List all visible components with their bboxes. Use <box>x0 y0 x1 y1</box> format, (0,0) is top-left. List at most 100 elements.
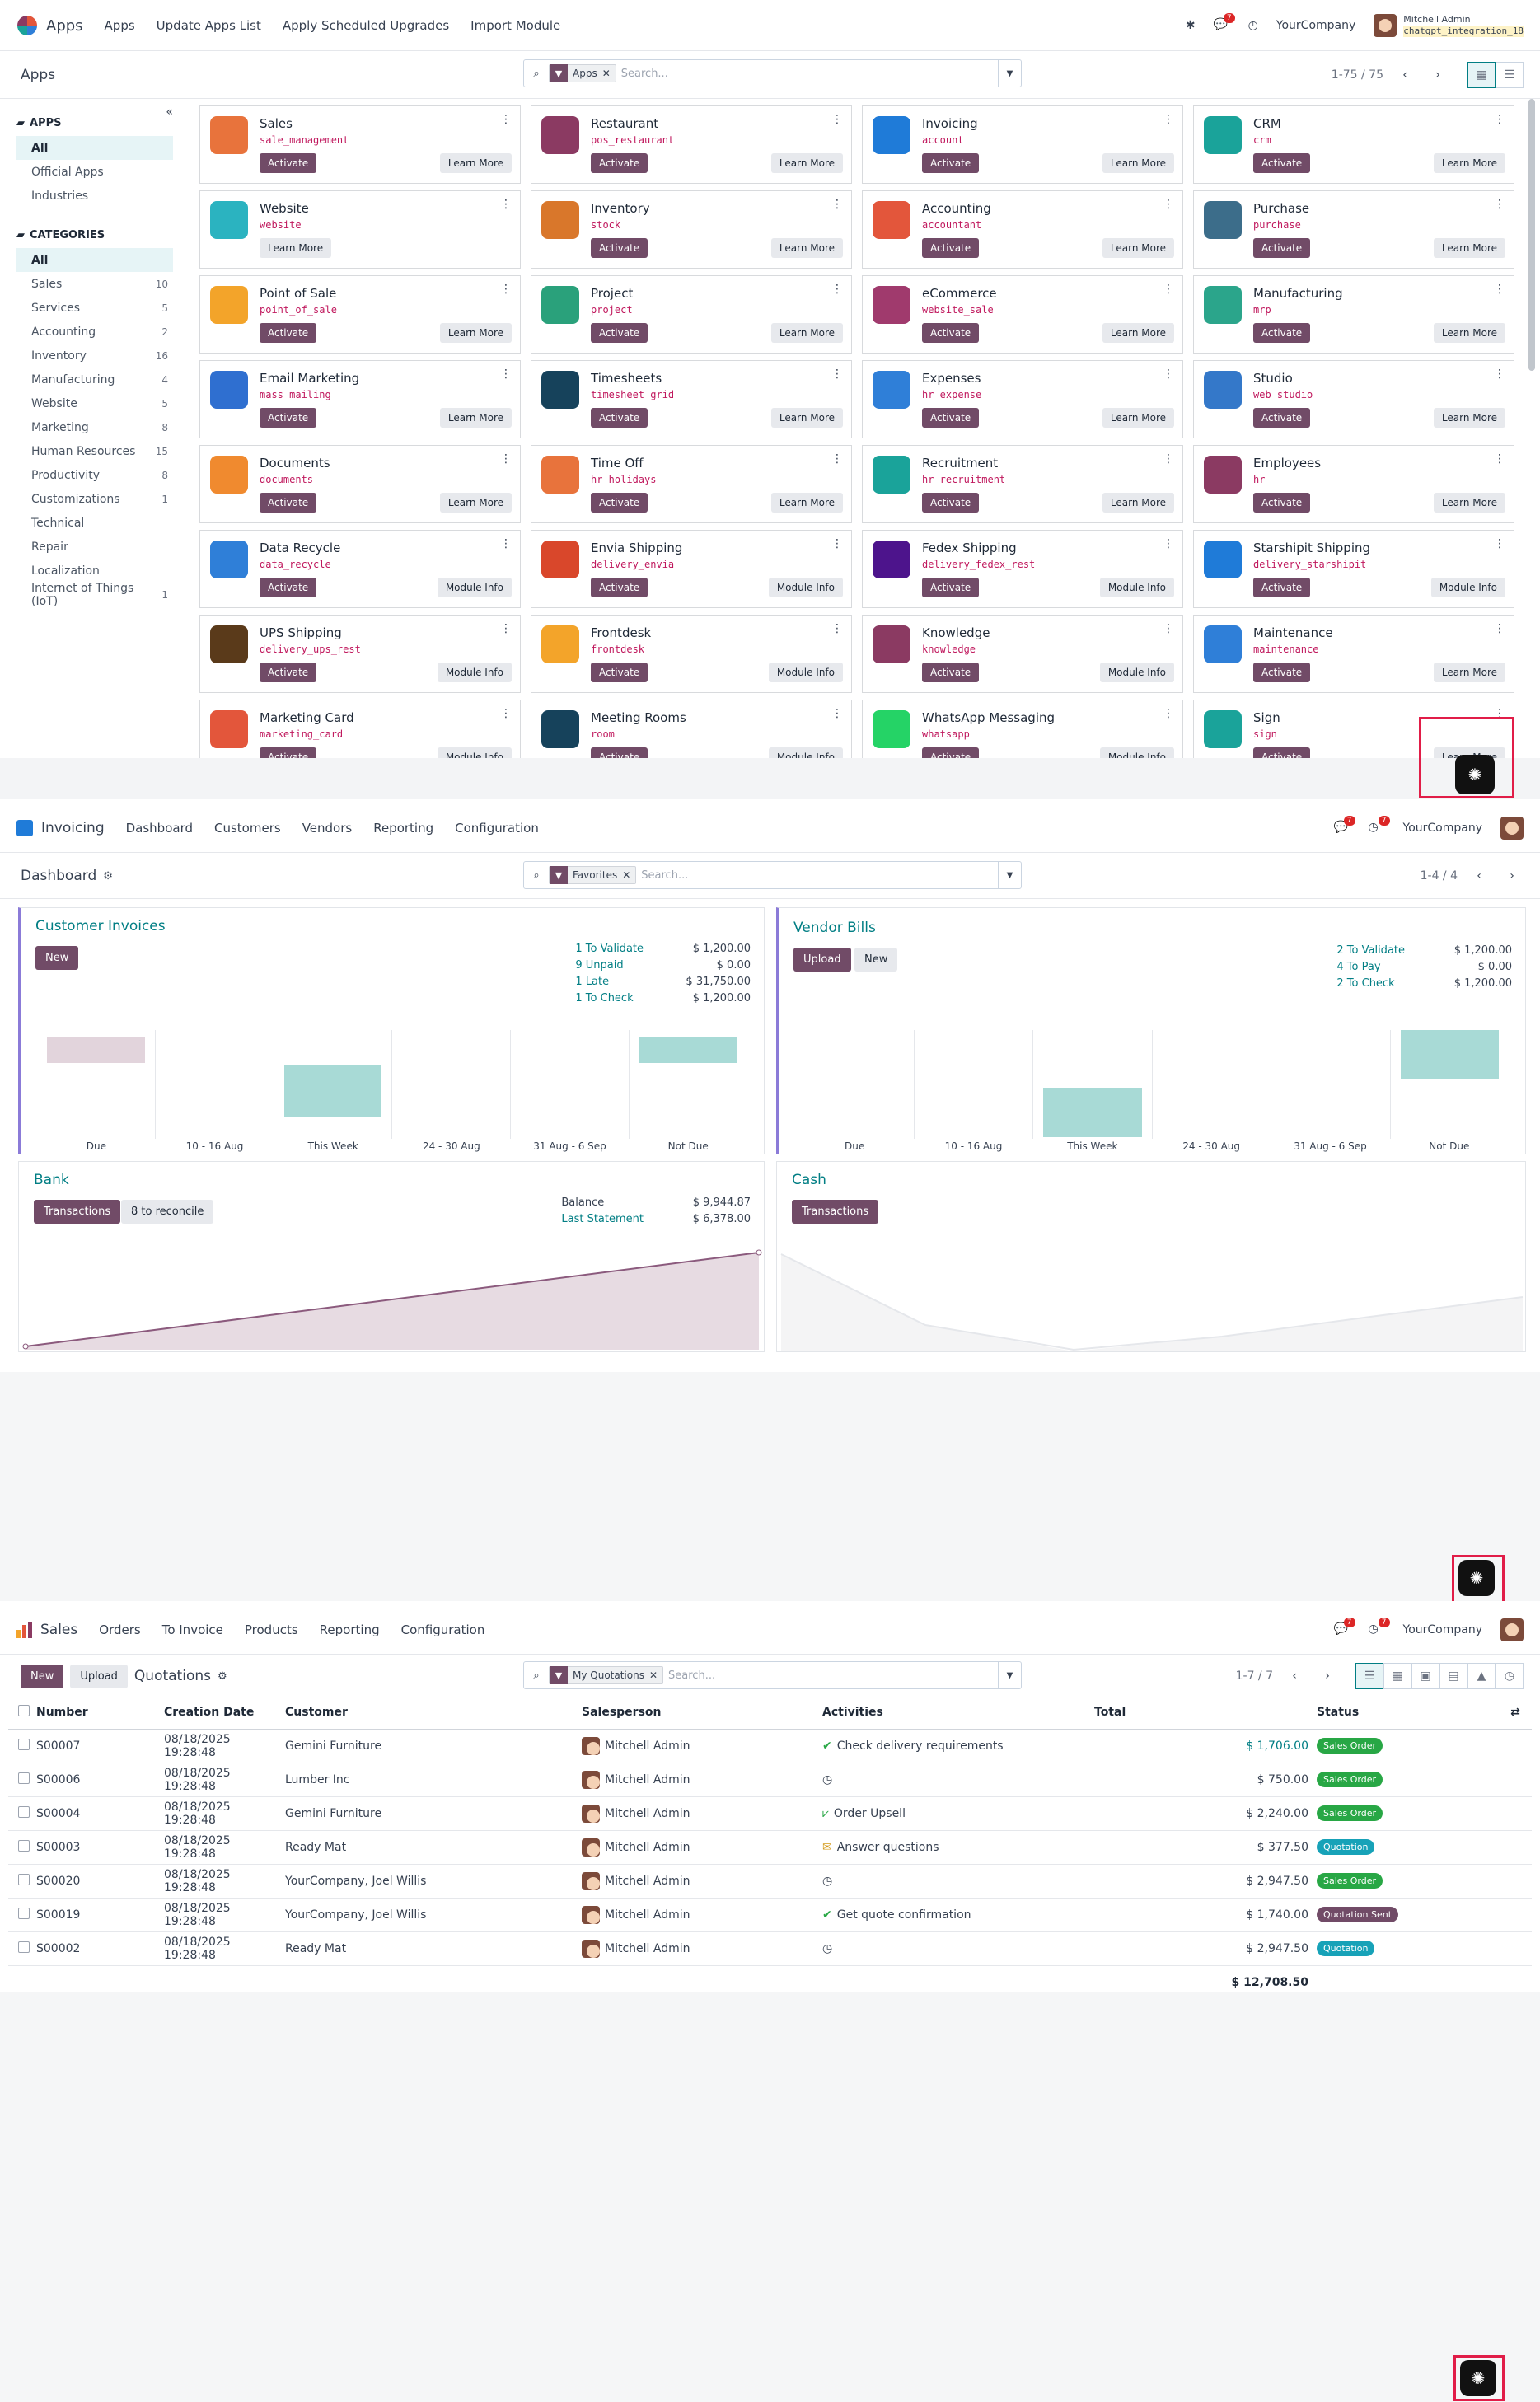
activity-summary[interactable]: Check delivery requirements <box>837 1739 1004 1753</box>
activate-button[interactable]: Activate <box>260 323 317 343</box>
learn-more-button[interactable]: Learn More <box>1433 153 1505 173</box>
kebab-menu-icon[interactable]: ⋮ <box>831 198 843 211</box>
activate-button[interactable]: Activate <box>922 578 980 597</box>
menu-reporting[interactable]: Reporting <box>373 821 433 836</box>
sidebar-category-technical[interactable]: Technical <box>16 511 173 535</box>
learn-more-button[interactable]: Learn More <box>1433 493 1505 513</box>
bar-this-week[interactable] <box>1043 1088 1142 1137</box>
user-menu[interactable]: Mitchell Admin chatgpt_integration_18 <box>1374 14 1524 37</box>
module-info-button[interactable]: Module Info <box>437 578 512 597</box>
search-bar[interactable]: ⌕ ▼ My Quotations ✕ Search... ▼ <box>523 1661 1022 1689</box>
company-switcher[interactable]: YourCompany <box>1403 1623 1483 1636</box>
activate-button[interactable]: Activate <box>1253 578 1311 597</box>
kebab-menu-icon[interactable]: ⋮ <box>1163 368 1174 381</box>
kebab-menu-icon[interactable]: ⋮ <box>500 368 512 381</box>
bar-not-due[interactable] <box>1400 1030 1499 1079</box>
kebab-menu-icon[interactable]: ⋮ <box>831 113 843 126</box>
envelope-icon[interactable]: ✉ <box>822 1841 832 1854</box>
sidebar-category-localization[interactable]: Localization <box>16 559 173 583</box>
search-input[interactable]: Search... <box>668 1669 715 1682</box>
activity-summary[interactable]: Answer questions <box>837 1841 939 1854</box>
learn-more-button[interactable]: Learn More <box>439 493 512 513</box>
row-checkbox[interactable] <box>18 1772 30 1784</box>
new-invoice-button[interactable]: New <box>35 946 79 970</box>
menu-orders[interactable]: Orders <box>99 1622 140 1637</box>
activate-button[interactable]: Activate <box>1253 493 1311 513</box>
learn-more-button[interactable]: Learn More <box>439 323 512 343</box>
optional-columns-icon[interactable]: ⇄ <box>1499 1696 1532 1730</box>
activate-button[interactable]: Activate <box>260 408 317 428</box>
messages-icon[interactable]: 💬 7 <box>1214 13 1235 33</box>
stat-label[interactable]: 1 To Validate <box>575 943 644 955</box>
learn-more-button[interactable]: Learn More <box>260 238 332 258</box>
clock-icon[interactable]: ◷ <box>822 1773 832 1786</box>
module-info-button[interactable]: Module Info <box>768 578 843 597</box>
activate-button[interactable]: Activate <box>260 153 317 173</box>
kebab-menu-icon[interactable]: ⋮ <box>831 452 843 466</box>
kebab-menu-icon[interactable]: ⋮ <box>1494 452 1505 466</box>
kebab-menu-icon[interactable]: ⋮ <box>1494 283 1505 296</box>
stat-label[interactable]: 2 To Validate <box>1336 944 1405 957</box>
pager-value[interactable]: 1-7 / 7 <box>1236 1669 1273 1683</box>
kebab-menu-icon[interactable]: ⋮ <box>1163 537 1174 550</box>
pivot-view-icon[interactable]: ▤ <box>1439 1663 1467 1689</box>
activate-button[interactable]: Activate <box>591 153 648 173</box>
stat-label[interactable]: 4 To Pay <box>1336 961 1405 973</box>
check-icon[interactable]: ✔ <box>822 1739 832 1753</box>
search-facet[interactable]: ▼ My Quotations ✕ <box>549 1666 664 1684</box>
messages-icon[interactable]: 💬 7 <box>1334 1618 1355 1637</box>
table-row[interactable]: S00003 08/18/2025 19:28:48 Ready Mat Mitche… <box>8 1830 1532 1865</box>
search-toggle-icon[interactable]: ▼ <box>998 1662 1021 1688</box>
search-facet[interactable]: ▼ Apps ✕ <box>549 64 616 82</box>
table-row[interactable]: S00019 08/18/2025 19:28:48 YourCompany, Jo… <box>8 1898 1532 1932</box>
learn-more-button[interactable]: Learn More <box>1433 238 1505 258</box>
activate-button[interactable]: Activate <box>922 408 980 428</box>
learn-more-button[interactable]: Learn More <box>1102 153 1174 173</box>
menu-dashboard[interactable]: Dashboard <box>126 821 193 836</box>
activate-button[interactable]: Activate <box>1253 408 1311 428</box>
kebab-menu-icon[interactable]: ⋮ <box>1163 707 1174 720</box>
col-activities[interactable]: Activities <box>822 1696 1094 1730</box>
chatgpt-button-icon[interactable]: ✺ <box>1458 1560 1495 1596</box>
menu-apply-scheduled-upgrades[interactable]: Apply Scheduled Upgrades <box>283 18 449 33</box>
activity-summary[interactable]: Get quote confirmation <box>837 1908 971 1922</box>
kebab-menu-icon[interactable]: ⋮ <box>1494 368 1505 381</box>
learn-more-button[interactable]: Learn More <box>1433 663 1505 682</box>
activate-button[interactable]: Activate <box>922 153 980 173</box>
card-title[interactable]: Cash <box>792 1172 826 1188</box>
company-switcher[interactable]: YourCompany <box>1403 822 1483 835</box>
kanban-view-icon[interactable]: ▦ <box>1383 1663 1411 1689</box>
kebab-menu-icon[interactable]: ⋮ <box>1494 622 1505 635</box>
stat-label[interactable]: Last Statement <box>561 1213 644 1225</box>
kebab-menu-icon[interactable]: ⋮ <box>500 452 512 466</box>
row-checkbox[interactable] <box>18 1805 30 1818</box>
sidebar-item-official-apps[interactable]: Official Apps <box>16 160 173 184</box>
stat-label[interactable]: Balance <box>561 1196 644 1209</box>
clock-icon[interactable]: ◷ <box>822 1942 832 1955</box>
apps-menu[interactable]: Apps <box>16 15 83 36</box>
row-checkbox[interactable] <box>18 1839 30 1852</box>
kebab-menu-icon[interactable]: ⋮ <box>1163 622 1174 635</box>
graph-view-icon[interactable]: ▲ <box>1467 1663 1496 1689</box>
table-row[interactable]: S00004 08/18/2025 19:28:48 Gemini Furnitur… <box>8 1796 1532 1831</box>
pager-prev-icon[interactable]: ‹ <box>1467 864 1491 887</box>
row-checkbox[interactable] <box>18 1941 30 1953</box>
card-title[interactable]: Bank <box>34 1172 69 1188</box>
menu-configuration[interactable]: Configuration <box>401 1622 485 1637</box>
table-row[interactable]: S00007 08/18/2025 19:28:48 Gemini Furnitur… <box>8 1729 1532 1763</box>
pager-next-icon[interactable]: › <box>1426 63 1449 87</box>
learn-more-button[interactable]: Learn More <box>1433 408 1505 428</box>
sidebar-category-marketing[interactable]: Marketing 8 <box>16 415 173 439</box>
sidebar-category-services[interactable]: Services 5 <box>16 296 173 320</box>
activity-clock-icon[interactable]: ◷ <box>1248 19 1258 32</box>
stat-label[interactable]: 1 To Check <box>575 992 644 1004</box>
sidebar-item-all[interactable]: All <box>16 136 173 160</box>
learn-more-button[interactable]: Learn More <box>770 238 843 258</box>
activate-button[interactable]: Activate <box>1253 323 1311 343</box>
kebab-menu-icon[interactable]: ⋮ <box>500 198 512 211</box>
upload-bill-button[interactable]: Upload <box>793 948 851 972</box>
activate-button[interactable]: Activate <box>922 323 980 343</box>
transactions-button[interactable]: Transactions <box>34 1200 121 1224</box>
odoo-apps-icon[interactable] <box>16 15 38 36</box>
col-number[interactable]: Number <box>36 1696 164 1730</box>
